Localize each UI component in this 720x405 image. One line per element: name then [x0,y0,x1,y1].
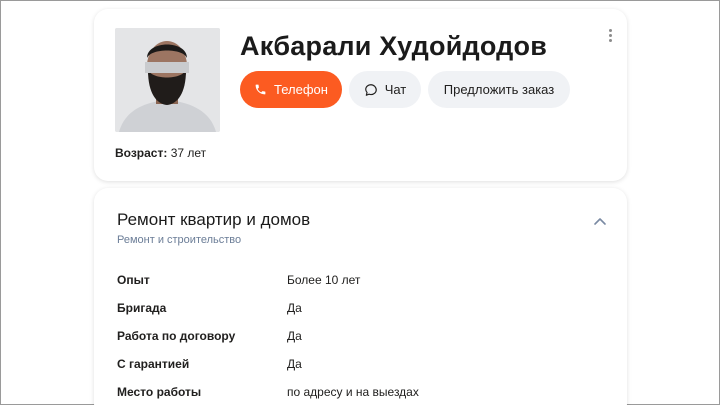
detail-label: Место работы [117,385,202,399]
detail-label: Работа по договору [117,329,236,343]
detail-value: Да [287,301,302,315]
service-title: Ремонт квартир и домов [117,210,311,229]
profile-name: Акбарали Худойдодов [240,31,547,61]
phone-button-label: Телефон [274,82,328,97]
chevron-up-icon[interactable] [593,213,607,225]
detail-label: Опыт [117,273,150,287]
detail-label: Бригада [117,301,167,315]
phone-icon [254,83,267,96]
offer-order-button[interactable]: Предложить заказ [428,71,570,108]
service-card: Ремонт квартир и домов Ремонт и строител… [94,188,627,405]
chat-button[interactable]: Чат [349,71,421,108]
detail-value: Да [287,329,302,343]
age-info: Возраст: 37 лет [115,146,206,160]
chat-button-label: Чат [384,82,407,97]
detail-label: С гарантией [117,357,190,371]
offer-order-button-label: Предложить заказ [443,82,555,97]
age-value: 37 лет [167,146,207,160]
service-category[interactable]: Ремонт и строительство [117,234,241,246]
profile-card: Акбарали Худойдодов Телефон Чат Предложи… [94,9,627,181]
detail-value: Более 10 лет [287,273,361,287]
chat-icon [364,83,378,97]
detail-value: по адресу и на выездах [287,385,419,399]
profile-photo [115,28,220,132]
more-vertical-icon[interactable] [607,29,613,45]
detail-value: Да [287,357,302,371]
age-label: Возраст: [115,146,168,160]
phone-button[interactable]: Телефон [240,71,342,108]
